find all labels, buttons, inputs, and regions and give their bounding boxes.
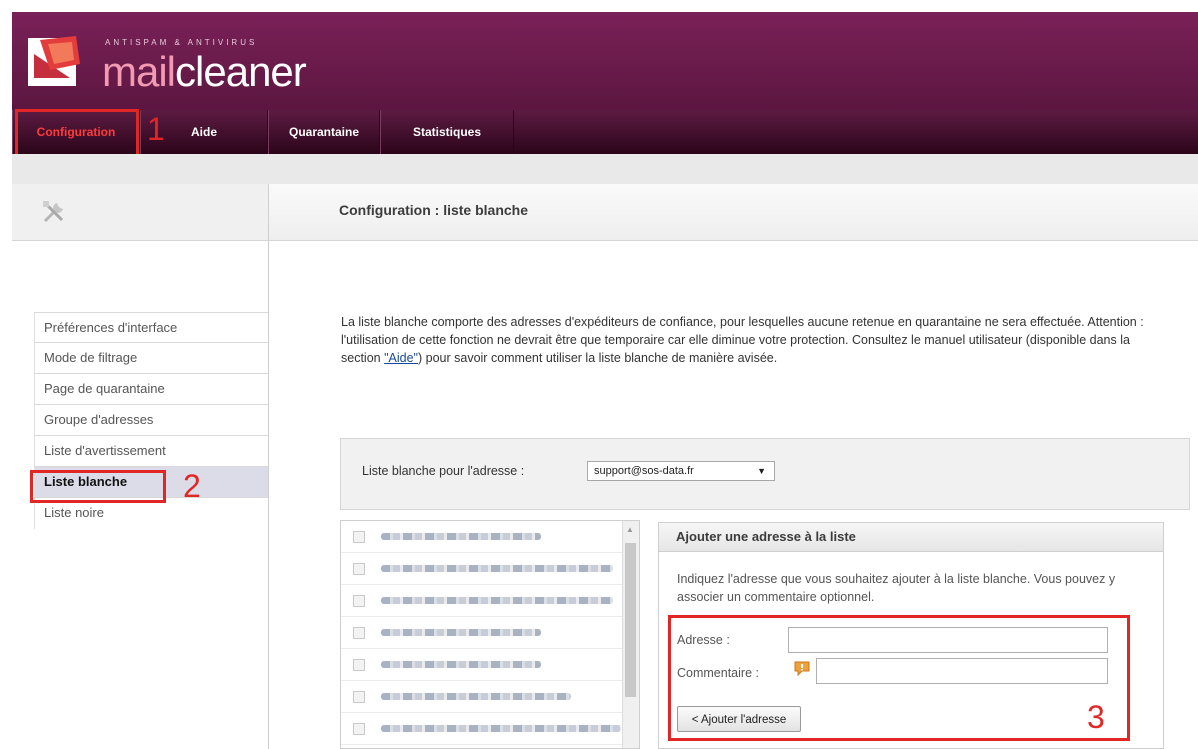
annotation-number-3: 3 — [1087, 699, 1105, 735]
address-select[interactable]: support@sos-data.fr ▼ — [587, 461, 775, 481]
sidebar-item-groupe-adresses[interactable]: Groupe d'adresses — [34, 405, 268, 436]
blurred-address — [381, 661, 541, 668]
sidebar-item-preferences-interface[interactable]: Préférences d'interface — [34, 312, 268, 343]
dropdown-arrow-icon: ▼ — [757, 466, 766, 476]
blurred-address — [381, 693, 571, 700]
intro-paragraph: La liste blanche comporte des adresses d… — [341, 313, 1153, 367]
list-item[interactable] — [341, 745, 639, 748]
list-item[interactable] — [341, 713, 639, 745]
page-title: Configuration : liste blanche — [339, 202, 529, 218]
annotation-number-2: 2 — [183, 468, 201, 504]
brand-name: mailcleaner — [102, 48, 307, 96]
aide-link[interactable]: "Aide" — [384, 351, 418, 365]
page-spacer — [12, 154, 1198, 184]
address-select-value: support@sos-data.fr — [594, 465, 694, 477]
add-address-heading: Ajouter une adresse à la liste — [659, 523, 1163, 552]
sidebar-item-mode-filtrage[interactable]: Mode de filtrage — [34, 343, 268, 374]
highlight-box-liste-blanche — [30, 470, 166, 503]
highlight-box-configuration — [15, 109, 139, 157]
checkbox[interactable] — [353, 723, 365, 735]
list-scrollbar[interactable]: ▲ — [622, 521, 639, 748]
blurred-address — [381, 725, 621, 732]
section-icon-cell — [12, 184, 269, 241]
add-address-description: Indiquez l'adresse que vous souhaitez aj… — [677, 572, 1116, 604]
blurred-address — [381, 629, 541, 636]
blurred-address — [381, 533, 541, 540]
annotation-number-1: 1 — [147, 111, 165, 147]
list-item[interactable] — [341, 681, 639, 713]
address-selector-label: Liste blanche pour l'adresse : — [362, 464, 525, 478]
tab-statistiques[interactable]: Statistiques — [380, 110, 514, 154]
main-nav: Configuration Aide Quarantaine Statistiq… — [12, 110, 1198, 154]
scrollbar-thumb[interactable] — [625, 543, 636, 697]
list-item[interactable] — [341, 585, 639, 617]
checkbox[interactable] — [353, 595, 365, 607]
page-title-bar: Configuration : liste blanche — [269, 184, 1198, 241]
checkbox[interactable] — [353, 531, 365, 543]
sidebar-divider — [268, 240, 269, 749]
checkbox[interactable] — [353, 627, 365, 639]
sidebar-item-liste-avertissement[interactable]: Liste d'avertissement — [34, 436, 268, 467]
sidebar-item-page-quarantaine[interactable]: Page de quarantaine — [34, 374, 268, 405]
mailcleaner-logo-icon — [28, 36, 80, 86]
list-item[interactable] — [341, 553, 639, 585]
brand-suffix: cleaner — [175, 48, 307, 95]
blurred-address — [381, 565, 613, 572]
checkbox[interactable] — [353, 659, 365, 671]
intro-text-end: ) pour savoir comment utiliser la liste … — [418, 351, 778, 365]
highlight-box-add-form — [668, 615, 1130, 741]
whitelist-entries: ▲ — [340, 520, 640, 749]
address-selector-panel: Liste blanche pour l'adresse : support@s… — [340, 438, 1190, 510]
tab-quarantaine[interactable]: Quarantaine — [268, 110, 380, 154]
scroll-up-icon[interactable]: ▲ — [626, 525, 634, 534]
checkbox[interactable] — [353, 563, 365, 575]
list-item[interactable] — [341, 521, 639, 553]
tagline: ANTISPAM & ANTIVIRUS — [105, 38, 258, 47]
checkbox[interactable] — [353, 691, 365, 703]
brand-prefix: mail — [102, 48, 176, 95]
tools-icon — [43, 201, 64, 223]
list-item[interactable] — [341, 617, 639, 649]
blurred-address — [381, 597, 613, 604]
brand-band: ANTISPAM & ANTIVIRUS mailcleaner — [12, 12, 1198, 110]
list-item[interactable] — [341, 649, 639, 681]
app-header: ANTISPAM & ANTIVIRUS mailcleaner Configu… — [12, 12, 1198, 154]
